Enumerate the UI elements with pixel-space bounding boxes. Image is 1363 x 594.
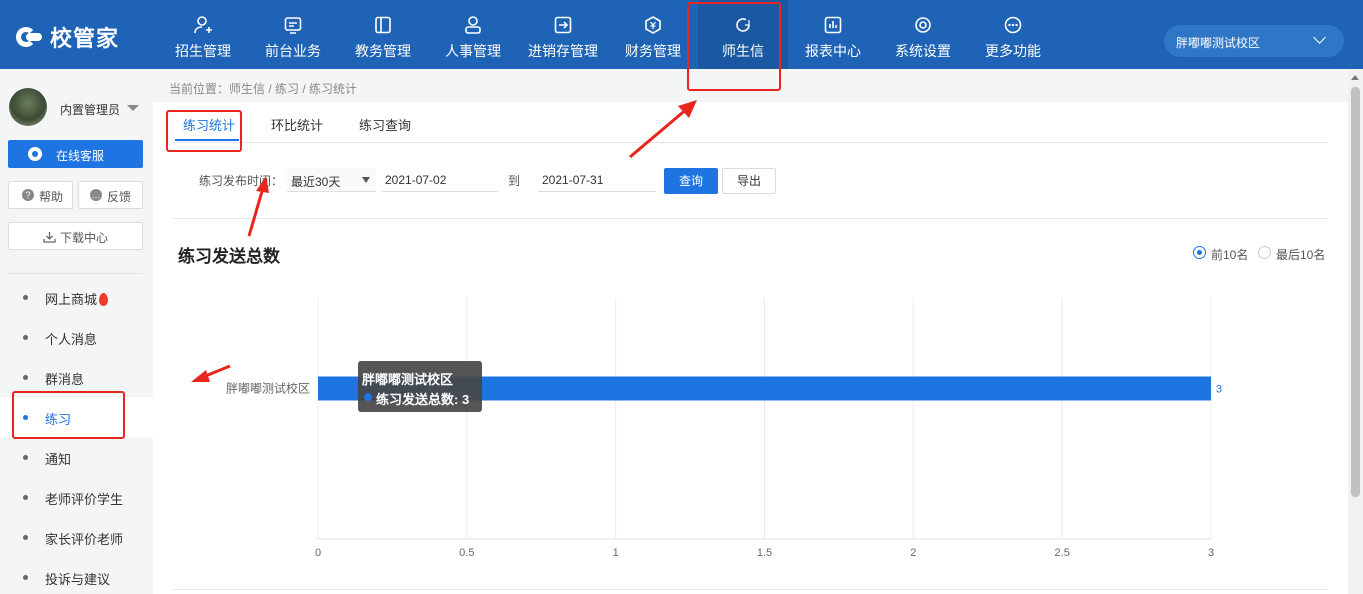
bullet-icon [23,575,28,580]
download-center-label: 下载中心 [60,231,109,245]
settings-icon [915,17,931,33]
chart-tooltip: 胖嘟嘟测试校区 练习发送总数: 3 [358,361,482,412]
bullet-icon [23,335,28,340]
report-icon [824,16,842,34]
download-center-button[interactable]: 下载中心 [8,222,143,250]
logo-icon [16,25,46,49]
nav-label: 人事管理 [445,43,501,59]
nav-item-hr[interactable]: 人事管理 [428,0,518,69]
nav-item-finance[interactable]: 财务管理 [608,0,698,69]
x-tick-label: 1.5 [757,547,772,559]
chart-bottom-divider [173,589,1328,590]
nav-label: 师生信 [722,43,764,59]
inventory-icon [554,16,572,34]
feedback-button[interactable]: … 反馈 [78,181,143,209]
bullet-icon [23,495,28,500]
campus-select-value: 胖嘟嘟测试校区 [1176,36,1261,50]
nav-label: 更多功能 [985,43,1041,59]
sidebar-item-label: 家长评价老师 [45,532,124,547]
nav-item-inventory[interactable]: 进销存管理 [518,0,608,69]
desk-icon [284,17,302,34]
help-label: 帮助 [39,190,64,204]
x-tick-label: 1 [613,547,619,559]
nav-item-teacher-student-messaging[interactable]: 师生信 [698,0,788,69]
download-icon [43,232,56,243]
bullet-icon [23,375,28,380]
sidebar-item-label: 群消息 [45,372,85,387]
tooltip-value: 练习发送总数: 3 [376,392,470,407]
chat-icon [736,18,750,32]
top-nav: 校管家 招生管理 前台业务 教务管理 人事管理 进销存管理 财务管理 师生信 报… [0,0,1363,69]
chevron-down-icon [1313,31,1326,44]
online-service-button[interactable]: 在线客服 [8,140,143,168]
nav-label: 报表中心 [805,43,861,59]
nav-item-front-desk[interactable]: 前台业务 [248,0,338,69]
bar-chart: 0 0.5 1 1.5 2 2.5 3 胖嘟嘟测试校区 3 [226,298,1222,559]
nav-item-more[interactable]: 更多功能 [968,0,1058,69]
app-logo[interactable]: 校管家 [16,22,119,52]
nav-label: 进销存管理 [528,43,598,59]
nav-label: 教务管理 [355,43,411,59]
x-tick-label: 2 [910,547,916,559]
feedback-label: 反馈 [107,190,132,204]
logo-text: 校管家 [50,26,120,51]
sidebar-item-complaints[interactable]: 投诉与建议 [0,557,153,594]
sidebar-item-practice[interactable]: 练习 [0,397,153,437]
sidebar: 内置管理员 在线客服 ? 帮助 … 反馈 下载中心 网上商城 个人消息 群消息 … [0,69,153,594]
person-add-icon [194,16,212,34]
nav-label: 招生管理 [175,43,231,59]
sidebar-item-group-messages[interactable]: 群消息 [0,357,153,397]
help-button[interactable]: ? 帮助 [8,181,73,209]
tooltip-title: 胖嘟嘟测试校区 [362,372,454,387]
sidebar-item-label: 个人消息 [45,332,98,347]
sidebar-item-label: 老师评价学生 [45,492,124,507]
nav-item-academics[interactable]: 教务管理 [338,0,428,69]
bullet-icon [23,535,28,540]
more-icon [1004,16,1022,34]
online-service-label: 在线客服 [56,149,105,163]
x-tick-label: 0 [315,547,321,559]
nav-label: 前台业务 [265,43,321,59]
book-icon [375,16,391,34]
nav-label: 系统设置 [895,43,951,59]
campus-select[interactable]: 胖嘟嘟测试校区 [1164,25,1344,57]
avatar[interactable] [9,88,47,126]
sidebar-item-teacher-evaluates-student[interactable]: 老师评价学生 [0,477,153,517]
y-category-label: 胖嘟嘟测试校区 [226,381,310,396]
sidebar-item-personal-messages[interactable]: 个人消息 [0,317,153,357]
yuan-icon [645,16,661,34]
x-tick-label: 2.5 [1055,547,1070,559]
hot-flame-icon [99,293,109,306]
nav-item-reports[interactable]: 报表中心 [788,0,878,69]
sidebar-item-notices[interactable]: 通知 [0,437,153,477]
sidebar-item-label: 通知 [45,452,72,467]
nav-item-settings[interactable]: 系统设置 [878,0,968,69]
nav-item-enrollment[interactable]: 招生管理 [158,0,248,69]
series-dot-icon [364,393,372,401]
sidebar-item-label: 练习 [45,412,72,427]
sidebar-item-online-mall[interactable]: 网上商城 [0,277,153,317]
main-content: 当前位置：师生信 / 练习 / 练习统计 练习统计 环比统计 练习查询 练习发布… [153,69,1348,594]
scroll-up-arrow-icon[interactable] [1351,75,1359,80]
sidebar-item-parent-evaluates-teacher[interactable]: 家长评价老师 [0,517,153,557]
sidebar-item-label: 网上商城 [45,292,98,307]
x-tick-label: 3 [1208,547,1214,559]
nav-label: 财务管理 [625,43,681,59]
user-name[interactable]: 内置管理员 [60,101,120,118]
x-tick-label: 0.5 [459,547,474,559]
bar-data-label: 3 [1216,384,1222,396]
scroll-thumb[interactable] [1351,87,1360,497]
sidebar-divider [8,273,143,274]
bullet-icon [23,295,28,300]
service-icon [28,147,42,161]
person-icon [465,16,481,34]
bullet-icon [23,455,28,460]
help-icon: ? [22,189,34,201]
bullet-icon [23,415,28,420]
sidebar-item-label: 投诉与建议 [45,572,111,587]
caret-down-icon[interactable] [127,105,139,111]
feedback-icon: … [90,189,102,201]
vertical-scrollbar[interactable] [1348,69,1363,594]
